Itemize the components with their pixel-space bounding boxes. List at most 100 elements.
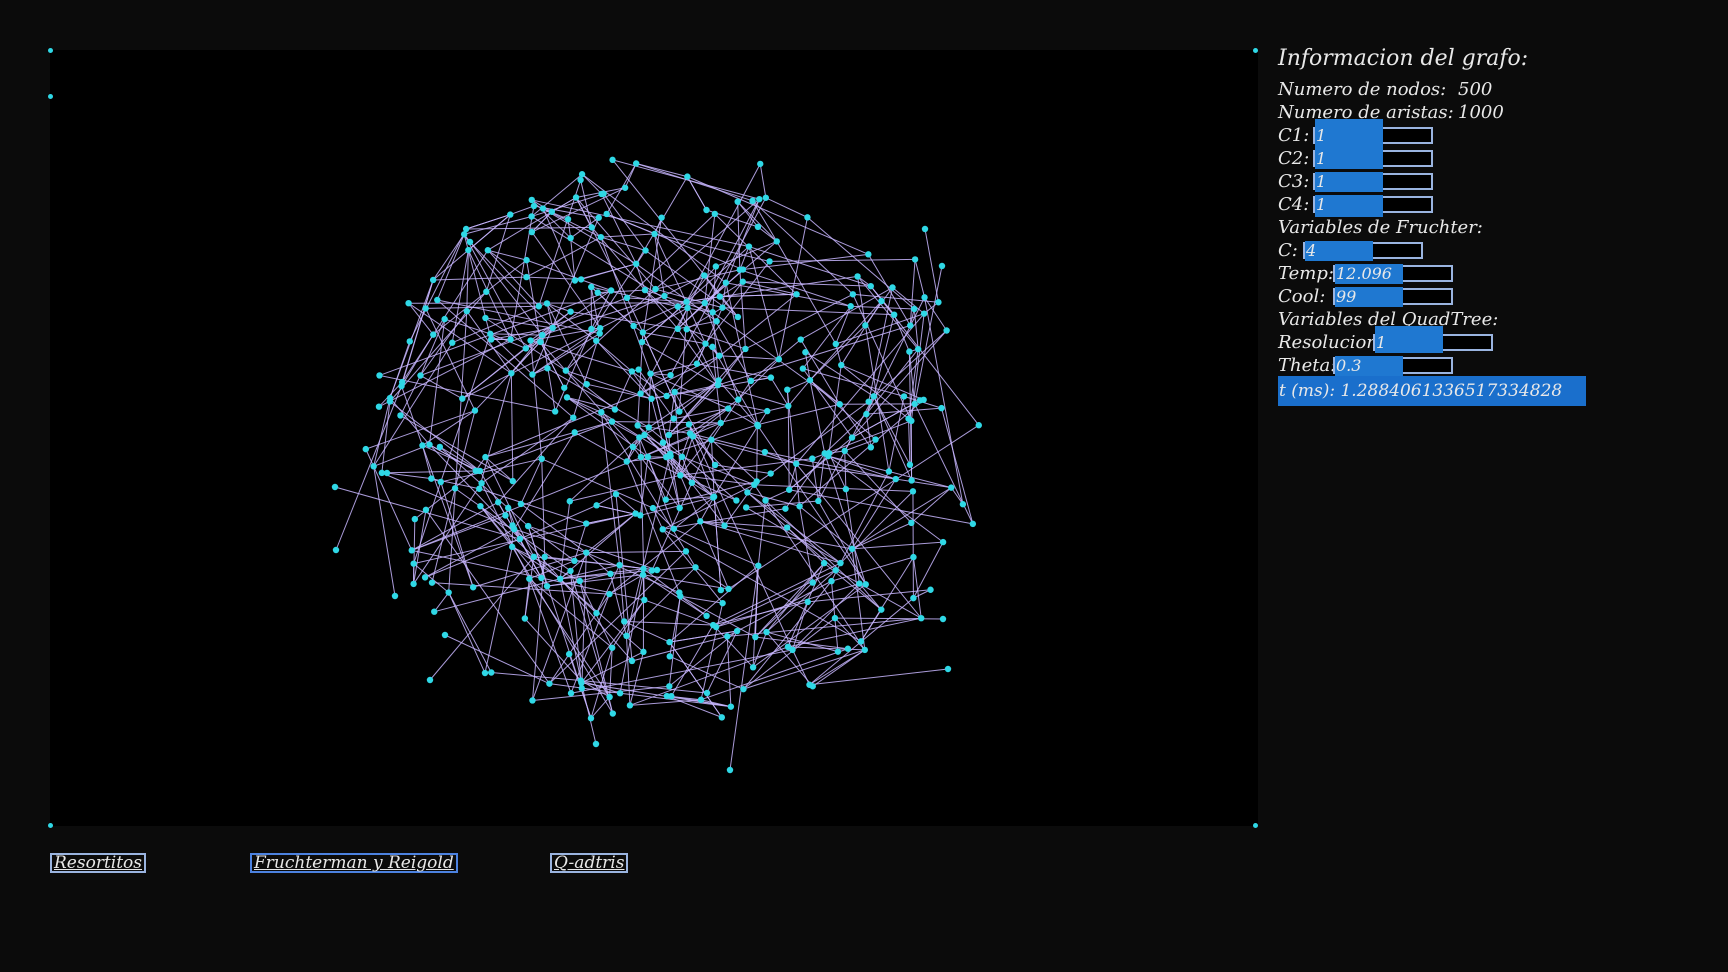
graph-node [538, 455, 545, 463]
graph-node [593, 609, 600, 617]
graph-node [742, 504, 750, 511]
graph-node [861, 646, 869, 654]
graph-node [609, 644, 616, 651]
graph-node [565, 650, 573, 658]
graph-node [606, 693, 613, 701]
graph-edge [834, 617, 866, 651]
graph-node [528, 228, 536, 236]
graph-node [539, 205, 547, 212]
graph-edge [580, 179, 593, 228]
c1-field[interactable]: 1 [1313, 119, 1433, 156]
graph-node [362, 445, 369, 453]
c-field[interactable]: 4 [1303, 241, 1423, 261]
graph-edge [851, 487, 952, 550]
graph-node [709, 309, 716, 316]
graph-node [648, 395, 655, 402]
graph-node [566, 498, 573, 505]
graph-node [437, 478, 444, 486]
graph-node [405, 299, 412, 307]
graph-edge [429, 444, 477, 472]
graph-edge [444, 634, 550, 685]
graph-node [785, 402, 792, 410]
graph-edge [401, 279, 434, 383]
panel-title: Informacion del grafo: [1278, 46, 1529, 71]
temp-value: 12.096 [1336, 264, 1392, 283]
cool-field[interactable]: 99 [1333, 287, 1453, 307]
graph-node [564, 215, 572, 223]
c-row: C: 4 [1278, 239, 1718, 262]
graph-node [509, 522, 516, 529]
graph-edge [834, 617, 944, 620]
graph-node [969, 520, 977, 528]
fruchterman-button[interactable]: Fruchterman y Reigold [250, 853, 458, 873]
graph-node [408, 547, 415, 554]
graph-node [428, 475, 435, 482]
graph-node [428, 579, 436, 586]
graph-node [734, 313, 742, 321]
graph-node [828, 577, 835, 585]
graph-node [611, 406, 619, 413]
graph-node [577, 176, 584, 184]
graph-node [434, 296, 441, 304]
quadtree-button[interactable]: Q-adtris [550, 853, 629, 873]
graph-node [809, 579, 816, 586]
graph-edge [510, 205, 535, 216]
graph-node [797, 336, 804, 343]
graph-node [745, 243, 753, 250]
graph-node [761, 448, 769, 456]
graph-edge [420, 297, 628, 376]
graph-node [749, 664, 757, 671]
theta-field[interactable]: 0.3 [1333, 356, 1453, 376]
graph-edge [612, 421, 721, 424]
graph-edge [681, 456, 693, 483]
graph-node [543, 300, 551, 307]
graph-node [406, 338, 413, 345]
graph-node [773, 238, 780, 245]
graph-node [628, 368, 636, 375]
graph-edge [467, 249, 512, 340]
graph-node [616, 561, 623, 569]
graph-node [463, 307, 471, 315]
graph-node [577, 276, 585, 283]
graph-canvas[interactable] [48, 48, 1258, 828]
graph-node [782, 505, 789, 512]
graph-edge [666, 343, 706, 397]
resolution-field[interactable]: 1 [1373, 326, 1493, 353]
graph-node [623, 458, 630, 465]
graph-node [445, 589, 452, 596]
graph-edge [713, 601, 808, 626]
graph-node [825, 452, 832, 460]
graph-edge [465, 214, 511, 230]
springs-button[interactable]: Resortitos [50, 853, 147, 873]
graph-node [697, 696, 705, 703]
graph-node [943, 327, 950, 334]
graph-node [785, 486, 793, 493]
graph-node [727, 703, 735, 710]
graph-edge [595, 340, 633, 372]
graph-edge [541, 577, 645, 601]
graph-node [900, 393, 908, 400]
graph-edge [570, 311, 678, 330]
graph-node [422, 506, 430, 514]
graph-node [856, 580, 863, 587]
c3-field[interactable]: 1 [1313, 172, 1433, 192]
graph-node [426, 441, 433, 448]
graph-node [793, 291, 800, 298]
graph-node [716, 293, 724, 300]
temp-field[interactable]: 12.096 [1333, 264, 1453, 284]
graph-node [703, 689, 711, 697]
graph-node [920, 310, 928, 317]
graph-node [375, 403, 383, 410]
resolution-row: Resolucion: 1 [1278, 326, 1718, 354]
graph-edge [924, 297, 964, 505]
c4-field[interactable]: 1 [1313, 195, 1433, 217]
graph-node [752, 633, 759, 641]
graph-edge [381, 470, 480, 474]
graph-edge [413, 481, 442, 564]
graph-node [666, 653, 673, 660]
graph-edge [479, 488, 587, 525]
graph-edge [718, 380, 759, 427]
c2-field[interactable]: 1 [1313, 149, 1433, 169]
fruchter-header: Variables de Fruchter: [1278, 217, 1483, 238]
c3-label: C3: [1278, 171, 1310, 192]
